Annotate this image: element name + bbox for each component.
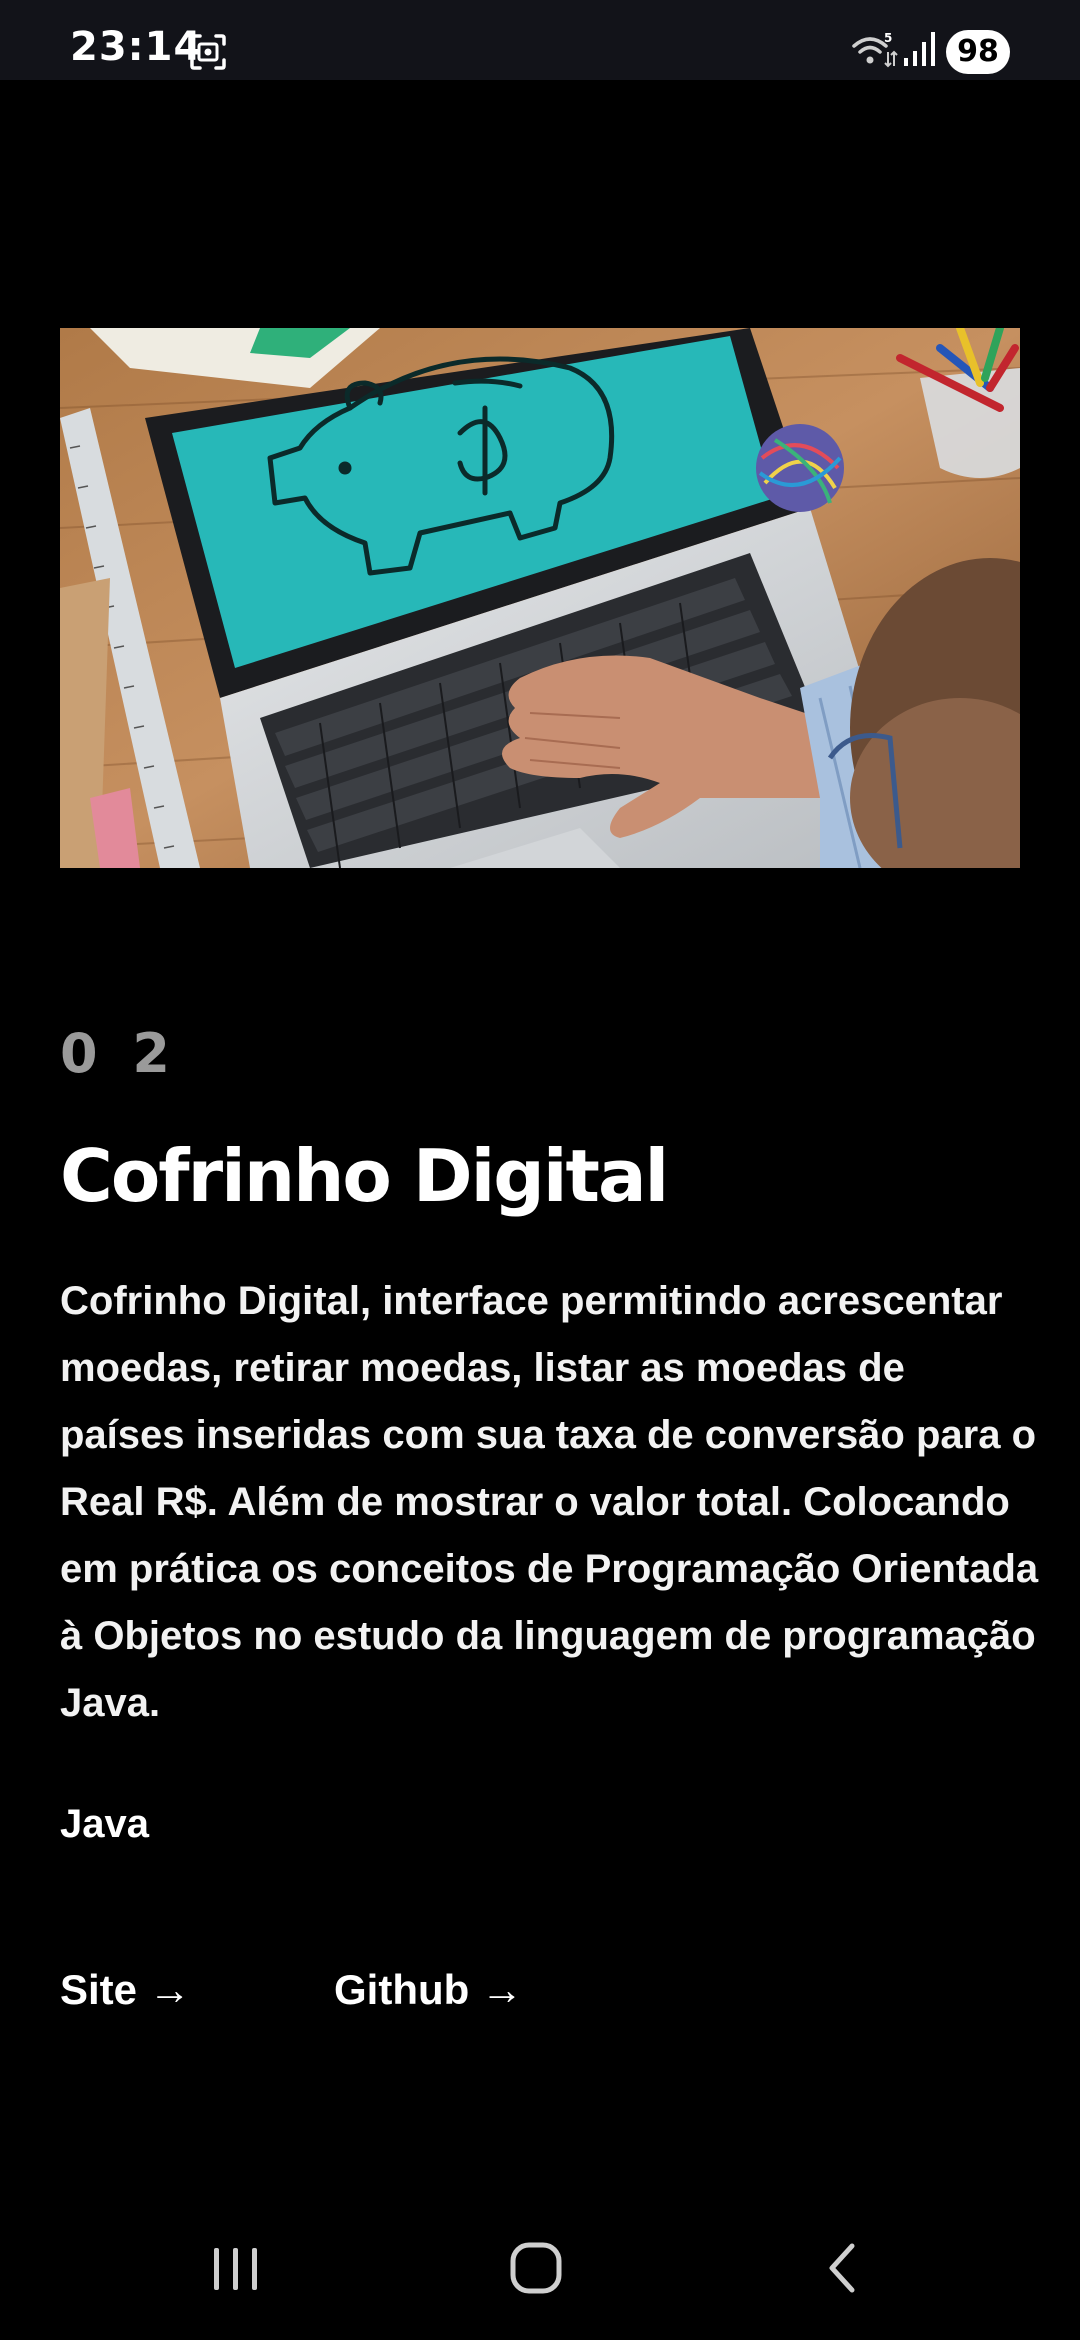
wifi-icon: 5: [852, 31, 898, 68]
project-tech-tag: Java: [60, 1802, 149, 1846]
project-number: 0 2: [60, 1022, 178, 1085]
back-icon[interactable]: [822, 2240, 862, 2296]
project-title: Cofrinho Digital: [60, 1134, 669, 1218]
home-icon[interactable]: [508, 2240, 564, 2296]
laptop-piggy-bank-photo: [60, 328, 1020, 868]
screenshot-icon: [190, 34, 226, 70]
site-link[interactable]: Site →: [60, 1966, 191, 2014]
signal-icon: [904, 32, 935, 66]
status-bar: 23:14 5 98: [0, 0, 1080, 80]
project-description: Cofrinho Digital, interface permitindo a…: [60, 1279, 1039, 1725]
status-time: 23:14: [70, 24, 203, 70]
battery-badge: 98: [946, 30, 1010, 74]
hero-image: [60, 328, 1020, 868]
github-link[interactable]: Github →: [334, 1966, 523, 2014]
svg-text:5: 5: [884, 31, 892, 45]
recents-icon[interactable]: [208, 2244, 264, 2294]
